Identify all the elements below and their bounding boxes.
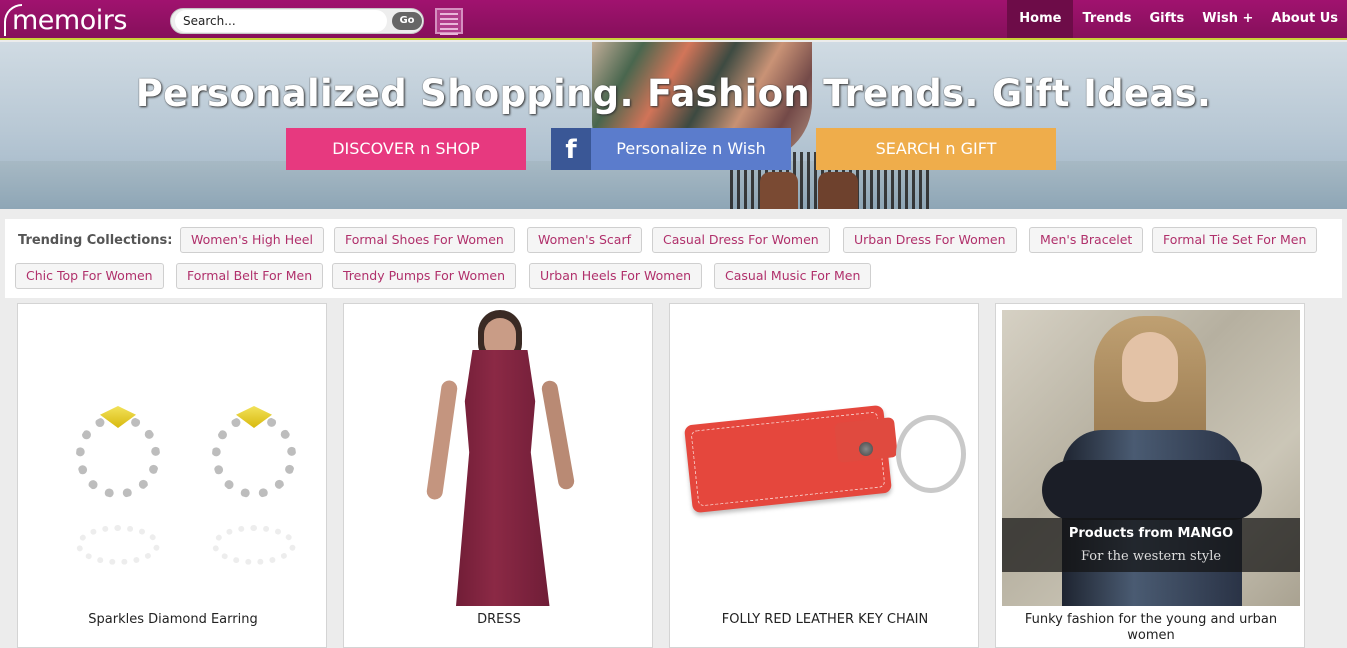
trending-chip[interactable]: Urban Heels For Women (529, 263, 703, 289)
overlay-subtitle: For the western style (1080, 549, 1222, 564)
discover-shop-button[interactable]: DISCOVER n SHOP (286, 128, 526, 170)
nav-trends[interactable]: Trends (1073, 0, 1140, 38)
keyring-icon (896, 415, 966, 493)
logo-swash-icon (4, 4, 22, 36)
product-title[interactable]: DRESS (350, 612, 648, 628)
nav-gifts[interactable]: Gifts (1140, 0, 1193, 38)
overlay-title: Products from MANGO (1068, 526, 1234, 541)
model-face (1122, 332, 1178, 402)
nav-wish[interactable]: Wish + (1193, 0, 1262, 38)
trending-chip[interactable]: Formal Belt For Men (176, 263, 324, 289)
mango-product-image[interactable]: Products from MANGO For the western styl… (1002, 310, 1300, 606)
nav-about-us[interactable]: About Us (1262, 0, 1347, 38)
trending-chip[interactable]: Trendy Pumps For Women (332, 263, 516, 289)
rivet-icon (859, 442, 873, 456)
product-title[interactable]: Funky fashion for the young and urban wo… (1002, 612, 1300, 644)
personalize-wish-label: Personalize n Wish (616, 139, 766, 158)
search-go-button[interactable]: Go (392, 12, 422, 30)
search-input[interactable] (175, 10, 387, 32)
earring-reflection (76, 525, 160, 565)
trending-collections: Trending Collections: Women's High Heel … (5, 219, 1342, 298)
trending-chip[interactable]: Women's High Heel (180, 227, 324, 253)
keychain-product-image[interactable] (676, 310, 974, 606)
brand-overlay[interactable]: Products from MANGO For the western styl… (1002, 518, 1300, 572)
memoirs-logo[interactable]: memoirs (4, 2, 127, 38)
trending-label: Trending Collections: (18, 233, 173, 248)
trending-chip[interactable]: Urban Dress For Women (843, 227, 1017, 253)
trending-chip[interactable]: Men's Bracelet (1029, 227, 1144, 253)
dress-shape (456, 350, 550, 606)
trending-chip[interactable]: Formal Tie Set For Men (1152, 227, 1318, 253)
earring-product-image[interactable] (24, 310, 322, 606)
dress-product-image[interactable] (350, 310, 648, 606)
model-arm (425, 379, 459, 501)
hero-model-leg (760, 172, 798, 209)
product-card[interactable]: Sparkles Diamond Earring (17, 303, 327, 648)
trending-chip[interactable]: Casual Dress For Women (652, 227, 830, 253)
trending-chip[interactable]: Chic Top For Women (15, 263, 164, 289)
model-arm (540, 379, 576, 491)
search-gift-button[interactable]: SEARCH n GIFT (816, 128, 1056, 170)
top-navigation-bar: memoirs Go Home Trends Gifts Wish + Abou… (0, 0, 1347, 40)
product-card[interactable]: DRESS (343, 303, 653, 648)
trending-chip[interactable]: Formal Shoes For Women (334, 227, 515, 253)
trending-chip[interactable]: Women's Scarf (527, 227, 642, 253)
product-card[interactable]: FOLLY RED LEATHER KEY CHAIN (669, 303, 979, 648)
nav-home[interactable]: Home (1007, 0, 1074, 38)
hero-banner: Personalized Shopping. Fashion Trends. G… (0, 42, 1347, 209)
search-box: Go (170, 8, 424, 34)
product-title[interactable]: Sparkles Diamond Earring (24, 612, 322, 628)
facebook-icon: f (551, 128, 591, 170)
trending-chip[interactable]: Casual Music For Men (714, 263, 872, 289)
earring-reflection (212, 525, 296, 565)
list-menu-icon[interactable] (435, 8, 463, 35)
leather-tab (834, 416, 898, 464)
main-nav: Home Trends Gifts Wish + About Us (1007, 0, 1347, 40)
crossed-arms (1042, 460, 1262, 520)
logo-text: memoirs (12, 4, 127, 36)
hero-title: Personalized Shopping. Fashion Trends. G… (135, 72, 1212, 115)
product-title[interactable]: FOLLY RED LEATHER KEY CHAIN (676, 612, 974, 628)
hero-model-leg (818, 172, 858, 209)
personalize-wish-button[interactable]: f Personalize n Wish (551, 128, 791, 170)
product-card[interactable]: Products from MANGO For the western styl… (995, 303, 1305, 648)
